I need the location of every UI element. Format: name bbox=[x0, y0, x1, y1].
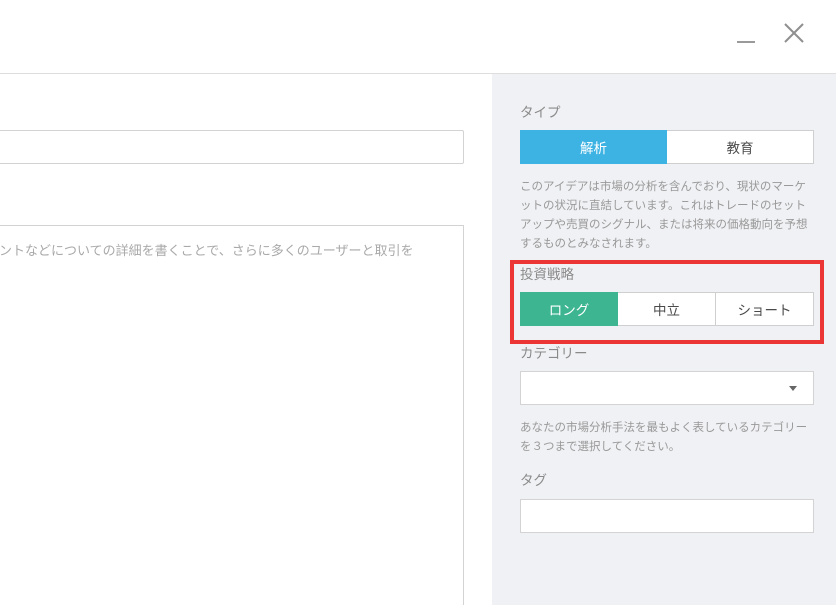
type-label: タイプ bbox=[520, 105, 561, 121]
type-toggle: 解析 教育 bbox=[520, 130, 814, 164]
minimize-icon[interactable] bbox=[733, 24, 759, 46]
category-dropdown[interactable] bbox=[520, 371, 814, 405]
type-education-button[interactable]: 教育 bbox=[667, 130, 814, 164]
strategy-label: 投資戦略 bbox=[520, 267, 574, 283]
category-help-text: あなたの市場分析手法を最もよく表しているカテゴリーを３つまで選択してください。 bbox=[520, 420, 808, 453]
type-analysis-button[interactable]: 解析 bbox=[520, 130, 667, 164]
tags-label: タグ bbox=[520, 473, 547, 489]
strategy-short-button[interactable]: ショート bbox=[716, 292, 814, 326]
type-help-text: このアイデアは市場の分析を含んでおり、現状のマーケットの状況に直結しています。こ… bbox=[520, 179, 808, 250]
tags-input[interactable] bbox=[520, 499, 814, 533]
strategy-neutral-button[interactable]: 中立 bbox=[618, 292, 716, 326]
idea-description-textarea[interactable]: ントなどについての詳細を書くことで、さらに多くのユーザーと取引を bbox=[0, 225, 464, 605]
window-header bbox=[0, 0, 836, 74]
idea-title-input[interactable] bbox=[0, 130, 464, 164]
idea-editor: ントなどについての詳細を書くことで、さらに多くのユーザーと取引を bbox=[0, 74, 492, 605]
category-label: カテゴリー bbox=[520, 346, 588, 362]
strategy-toggle: ロング 中立 ショート bbox=[520, 292, 814, 326]
idea-settings-sidebar: タイプ 解析 教育 このアイデアは市場の分析を含んでおり、現状のマーケットの状況… bbox=[492, 74, 836, 605]
dropdown-caret-icon bbox=[789, 386, 797, 391]
strategy-long-button[interactable]: ロング bbox=[520, 292, 618, 326]
close-icon[interactable] bbox=[781, 20, 807, 46]
description-placeholder: ントなどについての詳細を書くことで、さらに多くのユーザーと取引を bbox=[0, 244, 414, 259]
